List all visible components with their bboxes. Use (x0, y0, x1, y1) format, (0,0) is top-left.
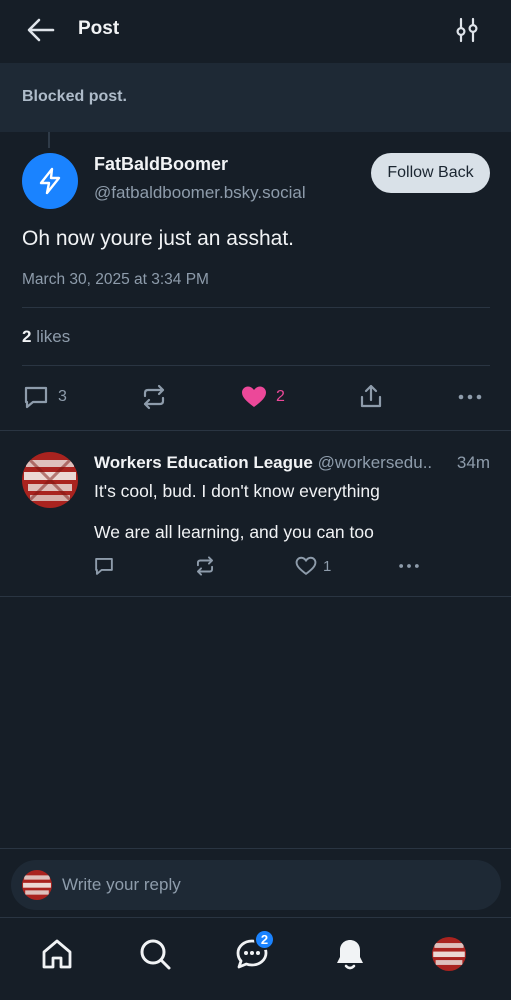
heart-filled-icon (242, 386, 266, 407)
blocked-post-text: Blocked post. (22, 88, 127, 105)
arrow-left-icon (27, 18, 55, 42)
more-icon (458, 394, 482, 400)
reply-count: 3 (58, 388, 67, 405)
back-button[interactable] (26, 17, 56, 43)
blocked-post-notice: Blocked post. (0, 63, 511, 132)
reply-composer[interactable]: Write your reply (11, 860, 501, 910)
home-icon (42, 939, 72, 969)
comment-icon (95, 557, 113, 575)
reply-text-line: It's cool, bud. I don't know everything (94, 481, 380, 501)
reply-button[interactable]: 3 (22, 383, 67, 411)
search-icon (140, 939, 171, 970)
share-button[interactable] (357, 382, 385, 410)
my-avatar (22, 870, 52, 900)
divider (0, 430, 511, 431)
likes-label: likes (31, 327, 71, 346)
author-avatar[interactable] (22, 153, 78, 209)
tab-home[interactable] (39, 936, 75, 972)
divider (0, 848, 511, 849)
avatar-image (432, 937, 466, 971)
divider (0, 596, 511, 597)
bell-icon (337, 940, 363, 970)
sliders-icon (456, 17, 478, 43)
comment-icon (24, 386, 48, 409)
divider (22, 307, 490, 308)
tab-profile[interactable] (432, 937, 466, 971)
reply-like-count: 1 (323, 557, 332, 575)
likes-summary[interactable]: 2 likes (22, 327, 70, 347)
like-count: 2 (276, 388, 285, 405)
post-text: Oh now youre just an asshat. (22, 227, 294, 250)
top-bar: Post (0, 0, 511, 63)
thread-line (48, 132, 50, 148)
reply-reply-button[interactable] (93, 555, 115, 577)
repost-button[interactable] (140, 383, 168, 411)
reply-repost-button[interactable] (194, 555, 216, 577)
tab-notifications[interactable] (332, 936, 368, 972)
reply-header: Workers Education League @workersedu.. 3… (94, 453, 494, 473)
repost-icon (196, 556, 214, 576)
follow-back-button[interactable]: Follow Back (371, 153, 490, 193)
reply-author-handle[interactable]: @workersedu.. (313, 453, 433, 472)
reply-input-placeholder[interactable]: Write your reply (62, 875, 181, 895)
avatar-image (22, 452, 78, 508)
more-options-button[interactable] (457, 383, 485, 411)
reply-time: 34m (456, 453, 490, 472)
like-button[interactable]: 2 (240, 383, 285, 411)
avatar-image (22, 870, 52, 900)
chat-unread-badge: 2 (254, 929, 275, 950)
tab-search[interactable] (137, 936, 173, 972)
reply-author-avatar[interactable] (22, 452, 78, 508)
thread-settings-button[interactable] (453, 16, 481, 44)
more-icon (399, 564, 419, 568)
heart-icon (295, 556, 317, 576)
reply-more-button[interactable] (397, 555, 421, 577)
repost-icon (143, 384, 165, 410)
author-name[interactable]: FatBaldBoomer (94, 154, 228, 175)
share-icon (360, 384, 382, 408)
page-title: Post (78, 18, 120, 39)
bolt-icon (39, 167, 61, 195)
reply-author-name[interactable]: Workers Education League (94, 453, 313, 472)
divider (22, 365, 490, 366)
author-handle[interactable]: @fatbaldboomer.bsky.social (94, 183, 306, 203)
reply-like-button[interactable]: 1 (295, 555, 331, 577)
reply-text-line: We are all learning, and you can too (94, 522, 374, 542)
post-timestamp: March 30, 2025 at 3:34 PM (22, 271, 209, 288)
